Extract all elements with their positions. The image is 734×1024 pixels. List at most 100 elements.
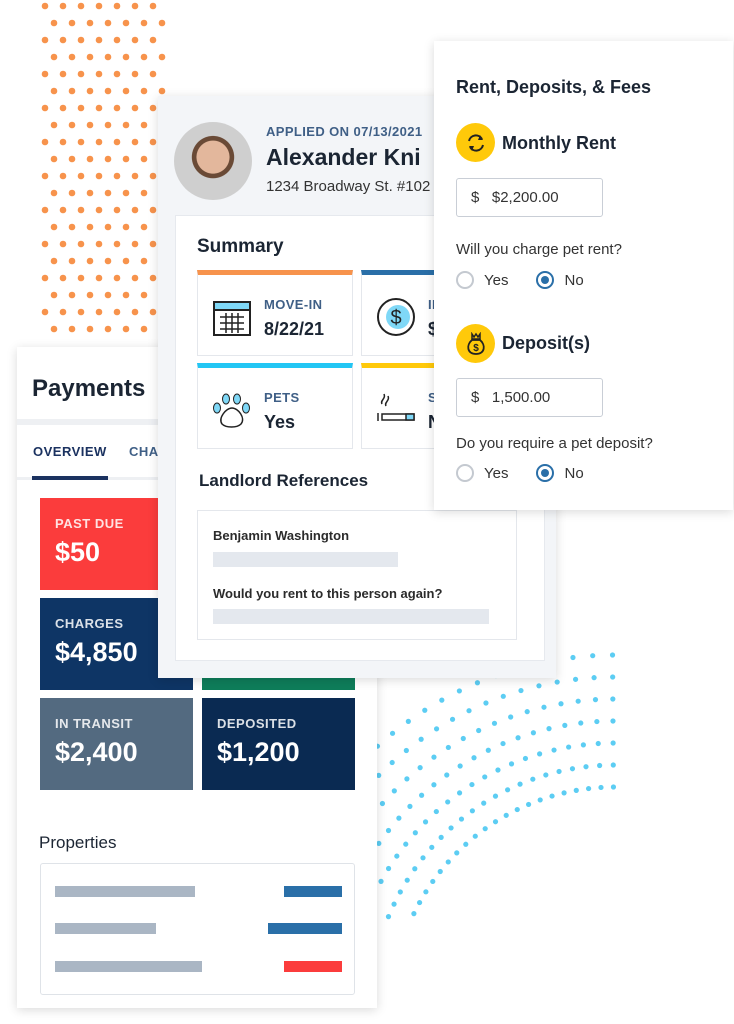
orange-dot xyxy=(113,206,121,214)
blue-dot xyxy=(407,803,413,809)
deposit-value: 1,500.00 xyxy=(491,389,551,406)
orange-dot xyxy=(41,240,49,248)
blue-dot xyxy=(429,844,435,850)
orange-dot xyxy=(131,308,139,316)
radio-label: Yes xyxy=(484,271,509,289)
blue-dot xyxy=(609,652,616,658)
orange-dot xyxy=(68,189,76,197)
orange-dot xyxy=(86,19,94,27)
orange-dot xyxy=(95,138,103,146)
orange-dot xyxy=(131,172,139,180)
orange-dot xyxy=(95,104,103,112)
orange-dot xyxy=(95,70,103,78)
blue-dot xyxy=(430,878,436,885)
blue-dot xyxy=(463,841,469,847)
orange-dot xyxy=(140,53,148,61)
tab-charges[interactable]: CHA xyxy=(129,444,159,459)
blue-dot xyxy=(575,698,581,704)
blue-dot xyxy=(610,674,616,680)
orange-dot xyxy=(41,172,49,180)
orange-dot xyxy=(77,172,85,180)
monthly-rent-input[interactable]: $ $2,200.00 xyxy=(456,178,603,217)
applicant-name: Alexander Kni xyxy=(266,144,421,170)
orange-dot xyxy=(113,172,121,180)
orange-dot xyxy=(113,2,121,10)
blue-dot xyxy=(469,781,475,788)
tab-overview[interactable]: OVERVIEW xyxy=(33,444,107,459)
blue-dot xyxy=(537,751,543,757)
orange-dot xyxy=(77,206,85,214)
pet-rent-no-radio[interactable] xyxy=(536,271,555,290)
orange-dot xyxy=(50,53,58,61)
svg-text:$: $ xyxy=(390,307,401,329)
blue-dot xyxy=(449,716,456,722)
radio-label: No xyxy=(564,464,584,482)
blue-dot xyxy=(405,718,411,724)
blue-dot xyxy=(403,841,409,847)
blue-dot xyxy=(514,806,520,813)
blue-dot xyxy=(551,747,557,753)
orange-dot xyxy=(140,223,148,231)
blue-dot xyxy=(522,755,529,762)
monthly-rent-value: $2,200.00 xyxy=(491,189,559,206)
blue-dot xyxy=(580,742,586,748)
blue-dot xyxy=(492,793,499,799)
orange-dot xyxy=(131,240,139,248)
tile-value: $2,400 xyxy=(55,737,138,767)
pet-rent-yes-radio[interactable] xyxy=(456,271,474,290)
orange-dot xyxy=(140,19,148,27)
blue-dot xyxy=(445,859,451,865)
pet-deposit-no-radio[interactable] xyxy=(536,464,555,483)
avatar xyxy=(174,122,252,200)
blue-dot xyxy=(598,784,604,791)
orange-dot xyxy=(104,121,112,129)
orange-dot xyxy=(122,19,130,27)
orange-dot xyxy=(113,308,121,316)
blue-dot xyxy=(418,736,424,742)
orange-dot xyxy=(95,2,103,10)
orange-dot xyxy=(149,36,157,44)
deposit-input[interactable]: $ 1,500.00 xyxy=(456,378,603,417)
blue-dot xyxy=(500,740,506,747)
blue-dot xyxy=(456,688,462,694)
blue-dot xyxy=(556,768,562,775)
blue-dot xyxy=(570,654,576,661)
tile-value: $1,200 xyxy=(217,737,300,767)
blue-dot xyxy=(610,762,616,768)
deposit-label: Deposit(s) xyxy=(502,333,591,353)
blue-dot xyxy=(585,785,592,792)
blue-dot xyxy=(481,800,487,806)
blue-dot xyxy=(546,726,552,732)
blue-dot xyxy=(485,747,491,753)
deposited-tile[interactable]: DEPOSITED $1,200 xyxy=(202,698,355,790)
blue-dot xyxy=(433,726,440,732)
blue-dot xyxy=(541,704,547,710)
orange-dot xyxy=(131,104,139,112)
orange-dot xyxy=(122,257,130,265)
calendar-icon xyxy=(213,301,251,336)
orange-dot xyxy=(50,291,58,299)
orange-dot xyxy=(68,53,76,61)
blue-dot xyxy=(466,708,472,714)
blue-dot xyxy=(412,866,418,872)
summary-value: Yes xyxy=(264,412,296,432)
orange-dot xyxy=(149,206,157,214)
blue-dot xyxy=(458,816,465,822)
blue-dot xyxy=(610,696,616,702)
orange-dot xyxy=(104,53,112,61)
in-transit-tile[interactable]: IN TRANSIT $2,400 xyxy=(40,698,193,790)
blue-dot xyxy=(391,901,397,907)
blue-dot xyxy=(583,764,589,770)
orange-dot xyxy=(77,104,85,112)
pet-deposit-yes-radio[interactable] xyxy=(456,464,474,483)
blue-dot xyxy=(492,819,499,825)
orange-dot xyxy=(140,325,148,333)
blue-dot xyxy=(448,825,454,831)
blue-dot xyxy=(445,744,451,751)
blue-dot xyxy=(495,767,501,773)
orange-dot xyxy=(104,257,112,265)
tile-label: DEPOSITED xyxy=(217,716,297,731)
blue-dot xyxy=(389,759,395,766)
blue-dot xyxy=(491,720,498,726)
orange-dot xyxy=(50,257,58,265)
